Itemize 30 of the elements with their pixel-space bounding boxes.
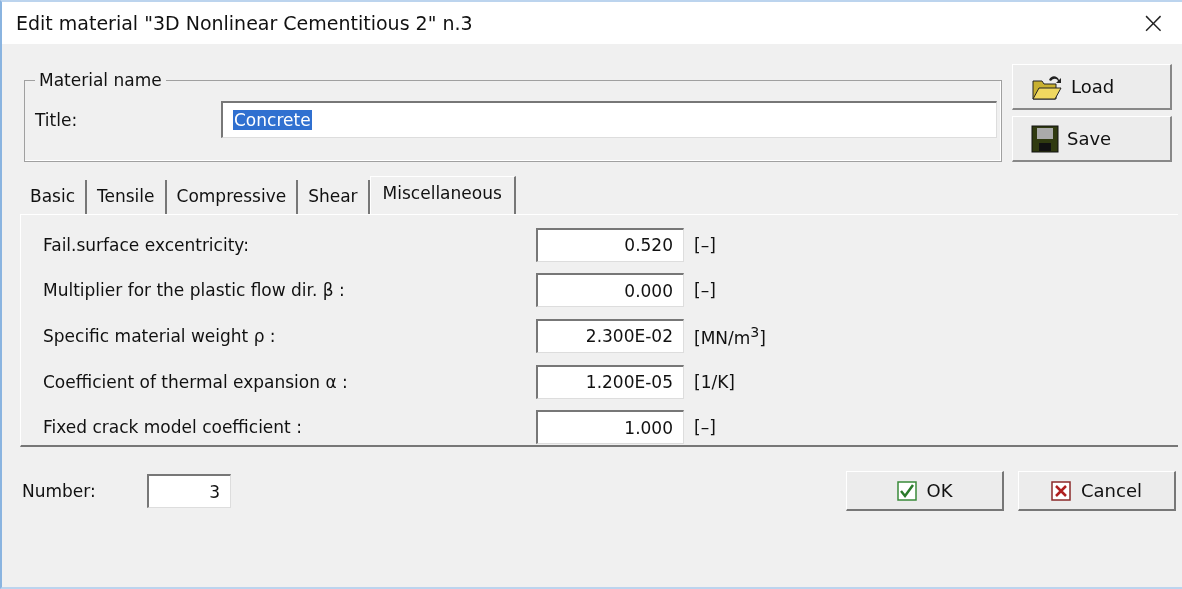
title-label: Title: bbox=[35, 109, 79, 130]
field-label: Multiplier for the plastic flow dir. β : bbox=[43, 280, 346, 301]
value-input-field[interactable]: 0.520 bbox=[536, 227, 684, 262]
unit-label: [–] bbox=[694, 234, 716, 255]
load-button[interactable]: Load bbox=[1012, 64, 1172, 110]
unit-label: [–] bbox=[694, 280, 716, 301]
save-button[interactable]: Save bbox=[1012, 116, 1172, 162]
checkbox-tick-icon bbox=[896, 480, 917, 501]
field-label: Specific material weight ρ : bbox=[43, 326, 277, 346]
field-label: Fail.surface excentricity: bbox=[43, 234, 250, 255]
cancel-button[interactable]: Cancel bbox=[1018, 471, 1176, 511]
window-title: Edit material "3D Nonlinear Cementitious 2" n.3 bbox=[16, 12, 473, 34]
ok-button[interactable]: OK bbox=[846, 471, 1004, 511]
title-input-field[interactable]: Concrete bbox=[221, 101, 997, 138]
unit-label: [–] bbox=[694, 417, 716, 438]
number-input-field[interactable]: 3 bbox=[147, 474, 231, 508]
unit-label: [1/K] bbox=[694, 371, 735, 392]
selected-text: Concrete bbox=[233, 110, 312, 130]
value-input-field[interactable]: 1.000 bbox=[536, 410, 684, 445]
field-label: Coefficient of thermal expansion α : bbox=[43, 371, 349, 392]
value-input-field[interactable]: 0.000 bbox=[536, 273, 684, 308]
tab[interactable]: Miscellaneous bbox=[369, 176, 516, 215]
number-label: Number: bbox=[22, 481, 97, 501]
unit-label: [MN/m$^{3}$] bbox=[694, 324, 766, 348]
close-button[interactable]: × bbox=[1136, 8, 1170, 38]
cancel-x-icon bbox=[1051, 480, 1071, 501]
value-input-field[interactable]: 1.200E-05 bbox=[536, 364, 684, 399]
field-label: Fixed crack model coefficient : bbox=[43, 417, 303, 438]
group-legend: Material name bbox=[35, 70, 166, 90]
value-input-field[interactable]: 2.300E-02 bbox=[536, 319, 684, 353]
